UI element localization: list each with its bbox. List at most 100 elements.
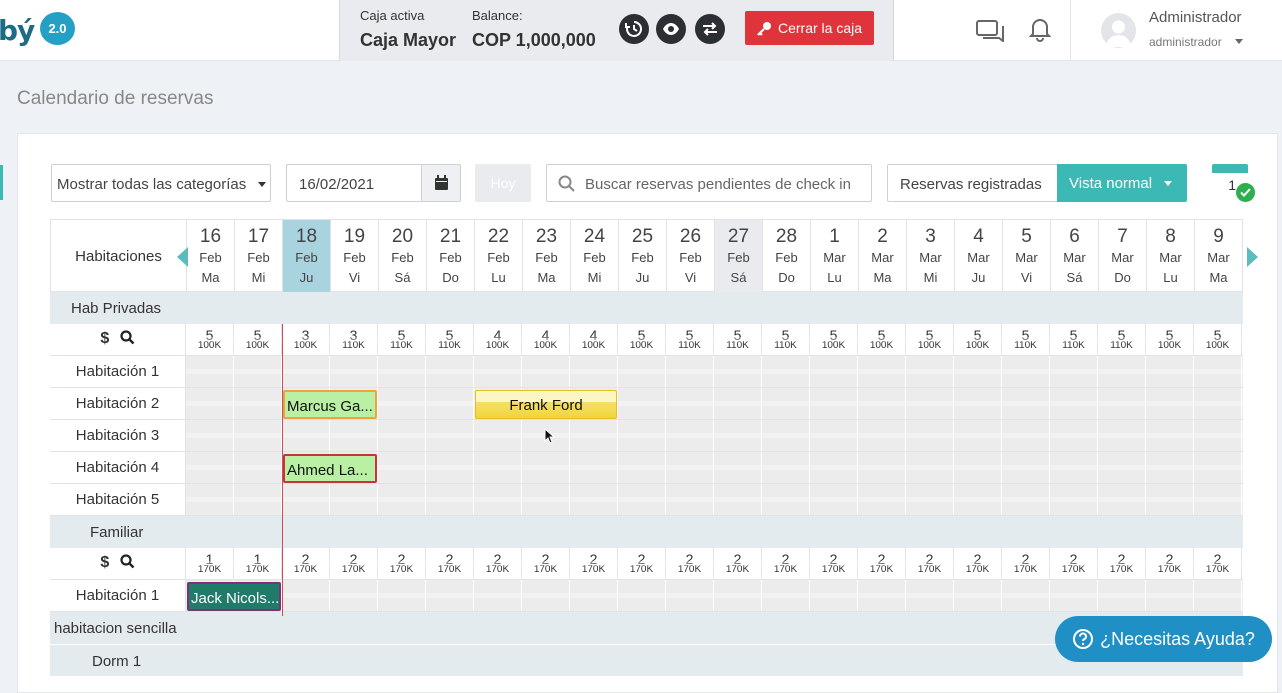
room-label[interactable]: Habitación 1: [50, 356, 186, 387]
room-label[interactable]: Habitación 2: [50, 388, 186, 419]
availability-cell[interactable]: 2 170K: [1146, 548, 1194, 579]
day-column-header[interactable]: 7 Mar Do: [1099, 220, 1147, 293]
day-column-header[interactable]: 21 Feb Do: [427, 220, 475, 293]
day-column-header[interactable]: 25 Feb Ju: [619, 220, 667, 293]
availability-cell[interactable]: 2 170K: [714, 548, 762, 579]
close-cashbox-button[interactable]: Cerrar la caja: [745, 11, 874, 45]
availability-cell[interactable]: 5 110K: [1050, 324, 1098, 355]
search-input[interactable]: Buscar reservas pendientes de check in: [546, 164, 872, 202]
day-column-header[interactable]: 18 Feb Ju: [283, 220, 331, 293]
availability-cell[interactable]: 2 170K: [618, 548, 666, 579]
availability-cell[interactable]: 3 100K: [282, 324, 330, 355]
day-column-header[interactable]: 26 Feb Vi: [667, 220, 715, 293]
availability-cell[interactable]: 5 100K: [186, 324, 234, 355]
availability-cell[interactable]: 4 100K: [474, 324, 522, 355]
availability-cell[interactable]: 2 170K: [1050, 548, 1098, 579]
availability-cell[interactable]: 5 100K: [858, 324, 906, 355]
day-column-header[interactable]: 16 Feb Ma: [187, 220, 235, 293]
help-button[interactable]: ¿Necesitas Ayuda?: [1055, 616, 1272, 662]
day-column-header[interactable]: 19 Feb Vi: [331, 220, 379, 293]
category-select[interactable]: Mostrar todas las categorías: [51, 164, 271, 202]
dollar-icon[interactable]: $: [100, 554, 109, 571]
availability-cell[interactable]: 5 100K: [954, 324, 1002, 355]
availability-cell[interactable]: 2 170K: [762, 548, 810, 579]
day-column-header[interactable]: 23 Feb Ma: [523, 220, 571, 293]
dollar-icon[interactable]: $: [100, 330, 109, 347]
day-column-header[interactable]: 22 Feb Lu: [475, 220, 523, 293]
availability-cell[interactable]: 2 170K: [474, 548, 522, 579]
booking-frank[interactable]: Frank Ford: [475, 390, 617, 419]
availability-cell[interactable]: 2 170K: [954, 548, 1002, 579]
availability-cell[interactable]: 5 110K: [1098, 324, 1146, 355]
availability-cell[interactable]: 5 100K: [234, 324, 282, 355]
availability-cell[interactable]: 5 110K: [762, 324, 810, 355]
availability-cell[interactable]: 4 100K: [522, 324, 570, 355]
availability-cell[interactable]: 2 170K: [810, 548, 858, 579]
day-column-header[interactable]: 2 Mar Ma: [859, 220, 907, 293]
registered-bookings-button[interactable]: Reservas registradas: [887, 164, 1058, 202]
availability-cell[interactable]: 5 100K: [810, 324, 858, 355]
day-column-header[interactable]: 3 Mar Mi: [907, 220, 955, 293]
history-button[interactable]: [619, 14, 649, 44]
day-column-header[interactable]: 5 Mar Vi: [1003, 220, 1051, 293]
day-column-header[interactable]: 4 Mar Ju: [955, 220, 1003, 293]
availability-cell[interactable]: 2 170K: [858, 548, 906, 579]
availability-cell[interactable]: 5 100K: [1146, 324, 1194, 355]
avatar[interactable]: [1101, 13, 1136, 48]
availability-cell[interactable]: 1 170K: [186, 548, 234, 579]
user-name[interactable]: Administrador: [1149, 9, 1242, 26]
booking-marcus[interactable]: Marcus Ga...: [283, 390, 377, 419]
previous-arrow-icon[interactable]: [177, 247, 188, 267]
availability-cell[interactable]: 2 170K: [426, 548, 474, 579]
date-field[interactable]: 16/02/2021: [286, 164, 422, 202]
room-label[interactable]: Habitación 5: [50, 484, 186, 515]
availability-cell[interactable]: 2 170K: [1194, 548, 1242, 579]
day-column-header[interactable]: 17 Feb Mi: [235, 220, 283, 293]
availability-cell[interactable]: 1 170K: [234, 548, 282, 579]
messages-icon[interactable]: [975, 18, 1005, 42]
booking-jack[interactable]: Jack Nicols...: [187, 582, 281, 611]
day-column-header[interactable]: 20 Feb Sá: [379, 220, 427, 293]
user-role[interactable]: administrador: [1149, 35, 1222, 49]
availability-cell[interactable]: 5 110K: [666, 324, 714, 355]
app-logo[interactable]: bý: [0, 14, 35, 47]
today-button[interactable]: Hoy: [475, 164, 531, 202]
availability-cell[interactable]: 5 110K: [378, 324, 426, 355]
day-column-header[interactable]: 1 Mar Lu: [811, 220, 859, 293]
availability-cell[interactable]: 2 170K: [522, 548, 570, 579]
category-row[interactable]: Familiar: [50, 516, 1243, 548]
availability-cell[interactable]: 4 100K: [570, 324, 618, 355]
day-column-header[interactable]: 9 Mar Ma: [1195, 220, 1243, 293]
search-icon[interactable]: [120, 554, 135, 569]
day-column-header[interactable]: 27 Feb Sá: [715, 220, 763, 293]
category-row[interactable]: Hab Privadas: [50, 292, 1243, 324]
room-label[interactable]: Habitación 4: [50, 452, 186, 483]
view-mode-dropdown[interactable]: Vista normal: [1057, 164, 1187, 202]
availability-cell[interactable]: 2 170K: [1002, 548, 1050, 579]
availability-cell[interactable]: 5 110K: [1002, 324, 1050, 355]
checkin-counter[interactable]: 1: [1212, 164, 1255, 204]
room-label[interactable]: Habitación 3: [50, 420, 186, 451]
day-column-header[interactable]: 24 Feb Mi: [571, 220, 619, 293]
view-cashbox-button[interactable]: [656, 14, 686, 44]
availability-cell[interactable]: 2 170K: [570, 548, 618, 579]
availability-cell[interactable]: 2 170K: [906, 548, 954, 579]
availability-cell[interactable]: 5 110K: [714, 324, 762, 355]
day-column-header[interactable]: 8 Mar Lu: [1147, 220, 1195, 293]
availability-cell[interactable]: 3 110K: [330, 324, 378, 355]
calendar-picker-button[interactable]: [421, 164, 461, 202]
availability-cell[interactable]: 2 170K: [666, 548, 714, 579]
transfer-button[interactable]: [695, 14, 725, 44]
availability-cell[interactable]: 2 170K: [330, 548, 378, 579]
day-column-header[interactable]: 6 Mar Sá: [1051, 220, 1099, 293]
search-icon[interactable]: [120, 330, 135, 345]
day-column-header[interactable]: 28 Feb Do: [763, 220, 811, 293]
room-label[interactable]: Habitación 1: [50, 580, 186, 611]
booking-ahmed[interactable]: Ahmed La...: [283, 454, 377, 483]
availability-cell[interactable]: 2 170K: [1098, 548, 1146, 579]
availability-cell[interactable]: 2 170K: [378, 548, 426, 579]
chevron-down-icon[interactable]: [1235, 39, 1243, 44]
bell-icon[interactable]: [1029, 16, 1051, 42]
availability-cell[interactable]: 2 170K: [282, 548, 330, 579]
availability-cell[interactable]: 5 100K: [618, 324, 666, 355]
